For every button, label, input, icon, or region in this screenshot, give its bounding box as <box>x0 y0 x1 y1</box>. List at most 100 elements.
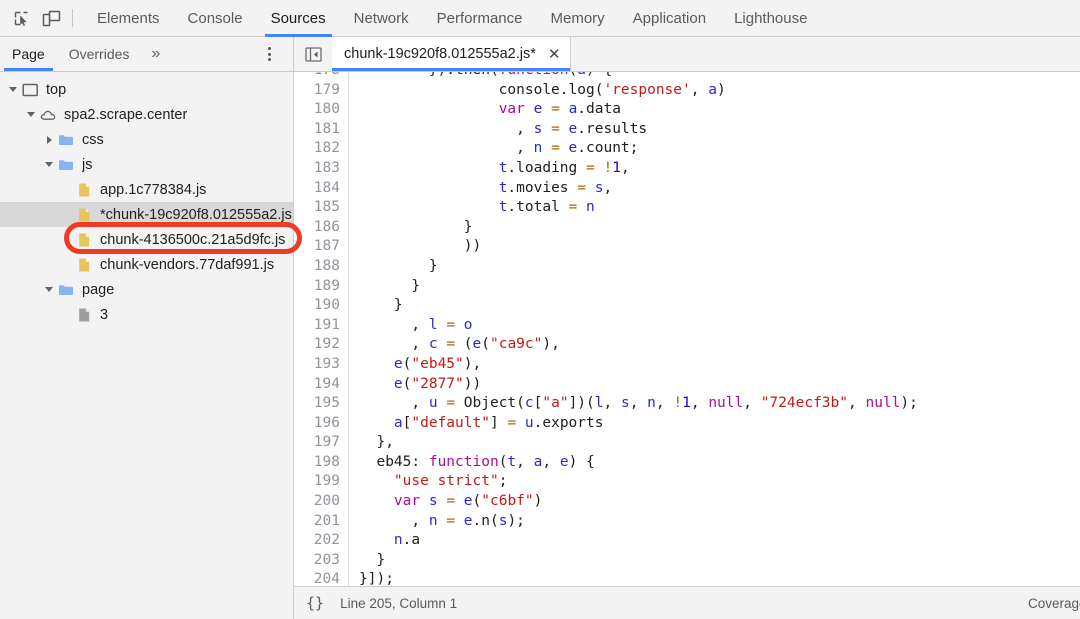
tree-item[interactable]: 3 <box>0 302 293 327</box>
code-line-content[interactable]: console.log('response', a) <box>349 81 726 101</box>
editor-status-bar: {} Line 205, Column 1 Coverage <box>294 586 1080 619</box>
code-line-content[interactable]: n.a <box>349 531 420 551</box>
devtools-window: Elements Console Sources Network Perform… <box>0 0 1080 619</box>
tree-item[interactable]: top <box>0 77 293 102</box>
line-number[interactable]: 188 <box>294 256 349 277</box>
chevron-down-icon[interactable] <box>42 287 56 292</box>
tree-item[interactable]: chunk-4136500c.21a5d9fc.js <box>0 227 293 252</box>
show-navigator-icon[interactable] <box>294 37 332 71</box>
line-number[interactable]: 201 <box>294 511 349 532</box>
tree-item[interactable]: chunk-vendors.77daf991.js <box>0 252 293 277</box>
line-number[interactable]: 181 <box>294 119 349 140</box>
code-line-content[interactable]: , n = e.n(s); <box>349 512 525 532</box>
chevron-down-icon[interactable] <box>6 87 20 92</box>
line-number[interactable]: 203 <box>294 550 349 571</box>
tree-item[interactable]: *chunk-19c920f8.012555a2.js <box>0 202 293 227</box>
line-number[interactable]: 190 <box>294 296 349 316</box>
code-line-content[interactable]: eb45: function(t, a, e) { <box>349 453 594 473</box>
inspect-cursor-icon[interactable] <box>6 4 36 32</box>
code-line-content[interactable]: } <box>349 296 403 316</box>
panel-tab-memory[interactable]: Memory <box>537 0 619 37</box>
pretty-print-button[interactable]: {} <box>306 594 324 612</box>
navigator-more-tabs-icon[interactable]: » <box>141 37 170 71</box>
tree-item[interactable]: js <box>0 152 293 177</box>
tree-item[interactable]: app.1c778384.js <box>0 177 293 202</box>
panel-tab-lighthouse[interactable]: Lighthouse <box>720 0 821 37</box>
code-line-content[interactable]: e("2877")) <box>349 375 481 395</box>
code-line: 200 var s = e("c6bf") <box>294 492 1080 512</box>
code-line-content[interactable]: , c = (e("ca9c"), <box>349 335 559 355</box>
code-line-content[interactable]: e("eb45"), <box>349 355 481 375</box>
code-line-content[interactable]: }, <box>349 433 393 453</box>
code-line-content[interactable]: t.total = n <box>349 198 595 218</box>
code-line: 178 }).then(function(a) { <box>294 72 1080 81</box>
line-number[interactable]: 178 <box>294 72 349 81</box>
code-line-content[interactable]: }]); <box>349 570 394 586</box>
line-number[interactable]: 194 <box>294 374 349 395</box>
panel-tab-console[interactable]: Console <box>174 0 257 37</box>
code-line: 179 console.log('response', a) <box>294 80 1080 101</box>
code-line-content[interactable]: , s = e.results <box>349 120 647 140</box>
code-line-content[interactable]: var e = a.data <box>349 100 621 120</box>
code-line-content[interactable]: )) <box>349 237 481 257</box>
coverage-label[interactable]: Coverage <box>1028 596 1080 611</box>
tree-item[interactable]: css <box>0 127 293 152</box>
line-number[interactable]: 179 <box>294 80 349 101</box>
line-number[interactable]: 199 <box>294 472 349 493</box>
line-number[interactable]: 195 <box>294 394 349 414</box>
code-line-content[interactable]: t.movies = s, <box>349 179 613 199</box>
line-number[interactable]: 192 <box>294 335 349 355</box>
code-line-content[interactable]: }).then(function(a) { <box>349 72 612 81</box>
line-number[interactable]: 185 <box>294 198 349 218</box>
panel-tab-sources[interactable]: Sources <box>257 0 340 37</box>
editor-file-tab[interactable]: chunk-19c920f8.012555a2.js* ✕ <box>332 37 572 71</box>
line-number[interactable]: 202 <box>294 531 349 551</box>
navigator-tab-overrides[interactable]: Overrides <box>57 37 142 71</box>
navigator-tab-page[interactable]: Page <box>0 37 57 71</box>
code-line-content[interactable]: , n = e.count; <box>349 139 638 159</box>
line-number[interactable]: 187 <box>294 237 349 257</box>
panel-tab-network[interactable]: Network <box>340 0 423 37</box>
code-line: 196 a["default"] = u.exports <box>294 413 1080 434</box>
line-number[interactable]: 197 <box>294 433 349 453</box>
line-number[interactable]: 198 <box>294 452 349 473</box>
line-number[interactable]: 186 <box>294 217 349 238</box>
line-number[interactable]: 189 <box>294 276 349 297</box>
code-line-content[interactable]: a["default"] = u.exports <box>349 414 604 434</box>
js-file-icon <box>74 207 96 223</box>
code-line: 201 , n = e.n(s); <box>294 511 1080 532</box>
code-line-content[interactable]: } <box>349 277 420 297</box>
code-line-content[interactable]: , l = o <box>349 316 472 336</box>
close-icon[interactable]: ✕ <box>548 47 561 62</box>
chevron-right-icon[interactable] <box>42 135 56 144</box>
line-number[interactable]: 191 <box>294 315 349 336</box>
line-number[interactable]: 204 <box>294 570 349 586</box>
tree-item[interactable]: page <box>0 277 293 302</box>
code-line-content[interactable]: } <box>349 218 473 238</box>
code-viewport[interactable]: 178 }).then(function(a) {179 console.log… <box>294 72 1080 586</box>
tree-item[interactable]: spa2.scrape.center <box>0 102 293 127</box>
more-options-icon[interactable] <box>261 45 277 63</box>
device-toolbar-icon[interactable] <box>36 4 66 32</box>
line-number[interactable]: 182 <box>294 139 349 159</box>
code-line-content[interactable]: , u = Object(c["a"])(l, s, n, !1, null, … <box>349 394 918 414</box>
line-number[interactable]: 183 <box>294 158 349 179</box>
line-number[interactable]: 180 <box>294 100 349 120</box>
code-line-content[interactable]: t.loading = !1, <box>349 159 630 179</box>
panel-tab-performance[interactable]: Performance <box>423 0 537 37</box>
line-number[interactable]: 184 <box>294 178 349 199</box>
panel-tab-application[interactable]: Application <box>619 0 720 37</box>
chevron-down-icon[interactable] <box>24 112 38 117</box>
code-line-content[interactable]: "use strict"; <box>349 472 508 492</box>
line-number[interactable]: 200 <box>294 492 349 512</box>
line-number[interactable]: 193 <box>294 354 349 375</box>
code-line: 182 , n = e.count; <box>294 139 1080 159</box>
js-file-icon <box>74 232 96 248</box>
code-line-content[interactable]: } <box>349 257 438 277</box>
panel-tab-list: Elements Console Sources Network Perform… <box>83 0 821 37</box>
code-line-content[interactable]: } <box>349 551 385 571</box>
line-number[interactable]: 196 <box>294 413 349 434</box>
chevron-down-icon[interactable] <box>42 162 56 167</box>
panel-tab-elements[interactable]: Elements <box>83 0 174 37</box>
code-line-content[interactable]: var s = e("c6bf") <box>349 492 542 512</box>
